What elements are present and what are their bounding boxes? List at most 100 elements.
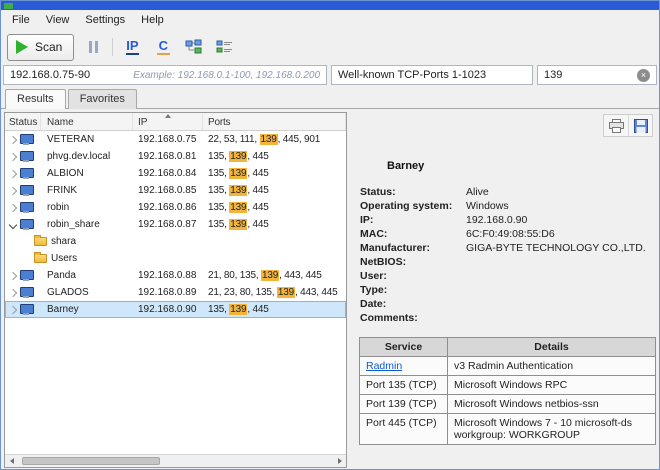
computer-icon (20, 286, 34, 299)
computer-icon (20, 167, 34, 180)
detail-field-label: IP: (360, 214, 374, 226)
ip-range-input[interactable]: 192.168.0.75-90 Example: 192.168.0.1-100… (3, 65, 327, 85)
result-row-albion[interactable]: ALBION 192.168.0.84 135, 139, 445 (5, 165, 346, 182)
host-ports: 22, 53, 111, 139, 445, 901 (208, 134, 321, 145)
expand-arrow-icon[interactable] (8, 271, 18, 280)
expand-arrow-icon[interactable] (8, 169, 18, 178)
scrollbar-track[interactable] (18, 455, 333, 467)
expand-arrow-icon[interactable] (8, 203, 18, 212)
result-row-phvg.dev.local[interactable]: phvg.dev.local 192.168.0.81 135, 139, 445 (5, 148, 346, 165)
host-ip: 192.168.0.87 (138, 219, 197, 230)
tab-results[interactable]: Results (5, 89, 66, 109)
play-icon (16, 40, 28, 54)
detail-field-value: GIGA-BYTE TECHNOLOGY CO.,LTD. (466, 242, 646, 254)
result-row-panda[interactable]: Panda 192.168.0.88 21, 80, 135, 139, 443, … (5, 267, 346, 284)
host-ports: 135, 139, 445 (208, 304, 269, 315)
host-name: phvg.dev.local (47, 151, 111, 162)
pause-button[interactable] (81, 34, 105, 60)
host-name: FRINK (47, 185, 77, 196)
detail-field-value: 192.168.0.90 (466, 214, 528, 226)
host-ip: 192.168.0.89 (138, 287, 197, 298)
tab-favorites[interactable]: Favorites (67, 89, 137, 109)
ports-preset-value: Well-known TCP-Ports 1-1023 (338, 69, 487, 81)
expand-arrow-icon[interactable] (8, 152, 18, 161)
scroll-left-arrow[interactable] (5, 455, 18, 467)
detail-field-label: NetBIOS: (360, 256, 407, 268)
detail-field-label: Operating system: (360, 200, 453, 212)
results-body: VETERAN 192.168.0.75 22, 53, 111, 139, 445… (5, 131, 346, 318)
ip-icon: IP (126, 38, 139, 55)
result-row-frink[interactable]: FRINK 192.168.0.85 135, 139, 445 (5, 182, 346, 199)
host-name: Barney (47, 304, 79, 315)
host-ports: 135, 139, 445 (208, 168, 269, 179)
save-icon (633, 118, 648, 133)
ip-tools-button[interactable]: IP (120, 34, 144, 60)
service-row: Port 135 (TCP) Microsoft Windows RPC (359, 375, 656, 395)
shared-folder-row[interactable]: Users (5, 250, 346, 267)
title-bar[interactable] (1, 1, 659, 10)
network-tree-icon (185, 39, 202, 54)
expand-arrow-icon[interactable] (8, 135, 18, 144)
column-header-ip[interactable]: IP (133, 113, 203, 130)
horizontal-scrollbar[interactable] (5, 454, 346, 467)
services-table: Service Details Radmin v3 Radmin Authentica… (359, 337, 656, 445)
result-row-barney[interactable]: Barney 192.168.0.90 135, 139, 445 (5, 301, 346, 318)
expand-arrow-icon[interactable] (8, 186, 18, 195)
result-row-robin_share[interactable]: robin_share 192.168.0.87 135, 139, 445 (5, 216, 346, 233)
view-options-button[interactable] (213, 34, 237, 60)
host-ports: 21, 80, 135, 139, 443, 445 (208, 270, 322, 281)
folder-icon (34, 235, 47, 246)
app-window: File View Settings Help Scan IP C 192.16… (0, 0, 660, 470)
column-header-ports[interactable]: Ports (203, 113, 346, 130)
services-header-service: Service (359, 337, 448, 357)
detail-field-label: Status: (360, 186, 396, 198)
detail-field-value: 6C:F0:49:08:55:D6 (466, 228, 555, 240)
result-row-glados[interactable]: GLADOS 192.168.0.89 21, 23, 80, 135, 139, … (5, 284, 346, 301)
save-button[interactable] (628, 115, 652, 136)
class-c-subnet-button[interactable]: C (151, 34, 175, 60)
port-filter-value: 139 (544, 69, 563, 81)
expand-arrow-icon[interactable] (8, 305, 18, 314)
detail-field-label: User: (360, 270, 387, 282)
detail-field-value (466, 283, 653, 297)
host-ip: 192.168.0.90 (138, 304, 197, 315)
services-header-details: Details (447, 337, 656, 357)
printer-icon (608, 118, 624, 133)
menu-settings[interactable]: Settings (77, 11, 133, 29)
service-link[interactable]: Radmin (366, 360, 402, 372)
scan-button[interactable]: Scan (7, 33, 75, 61)
shared-folder-row[interactable]: shara (5, 233, 346, 250)
collapse-arrow-icon[interactable] (8, 220, 18, 229)
scrollbar-thumb[interactable] (22, 457, 160, 465)
detail-field-value (466, 269, 653, 283)
pause-icon (88, 41, 98, 53)
computer-icon (20, 201, 34, 214)
service-details: Microsoft Windows netbios-ssn (447, 394, 656, 414)
menu-view[interactable]: View (38, 11, 78, 29)
ip-range-value: 192.168.0.75-90 (10, 69, 91, 81)
detail-field-value: Alive (466, 186, 489, 198)
host-ports: 135, 139, 445 (208, 219, 269, 230)
clear-filter-button[interactable]: × (637, 68, 650, 82)
matched-port-highlight: 139 (229, 304, 248, 315)
matched-port-highlight: 139 (229, 219, 248, 230)
result-row-robin[interactable]: robin 192.168.0.86 135, 139, 445 (5, 199, 346, 216)
host-name: robin_share (47, 219, 100, 230)
column-header-status[interactable]: Status (5, 113, 41, 130)
port-filter-input[interactable]: 139 × (537, 65, 657, 85)
menu-file[interactable]: File (4, 11, 38, 29)
results-panel: Status Name IP Ports VETERAN 192.168.0.75 22,… (4, 112, 347, 468)
expand-arrow-icon[interactable] (8, 288, 18, 297)
service-row: Port 445 (TCP) Microsoft Windows 7 - 10 m… (359, 413, 656, 445)
menu-help[interactable]: Help (133, 11, 172, 29)
computer-icon (20, 269, 34, 282)
scroll-right-arrow[interactable] (333, 455, 346, 467)
computer-icon (20, 133, 34, 146)
matched-port-highlight: 139 (229, 202, 248, 213)
ports-preset-input[interactable]: Well-known TCP-Ports 1-1023 (331, 65, 533, 85)
print-button[interactable] (604, 115, 628, 136)
result-row-veteran[interactable]: VETERAN 192.168.0.75 22, 53, 111, 139, 445… (5, 131, 346, 148)
network-tree-button[interactable] (182, 34, 206, 60)
column-header-name[interactable]: Name (41, 113, 133, 130)
host-name: robin (47, 202, 70, 213)
